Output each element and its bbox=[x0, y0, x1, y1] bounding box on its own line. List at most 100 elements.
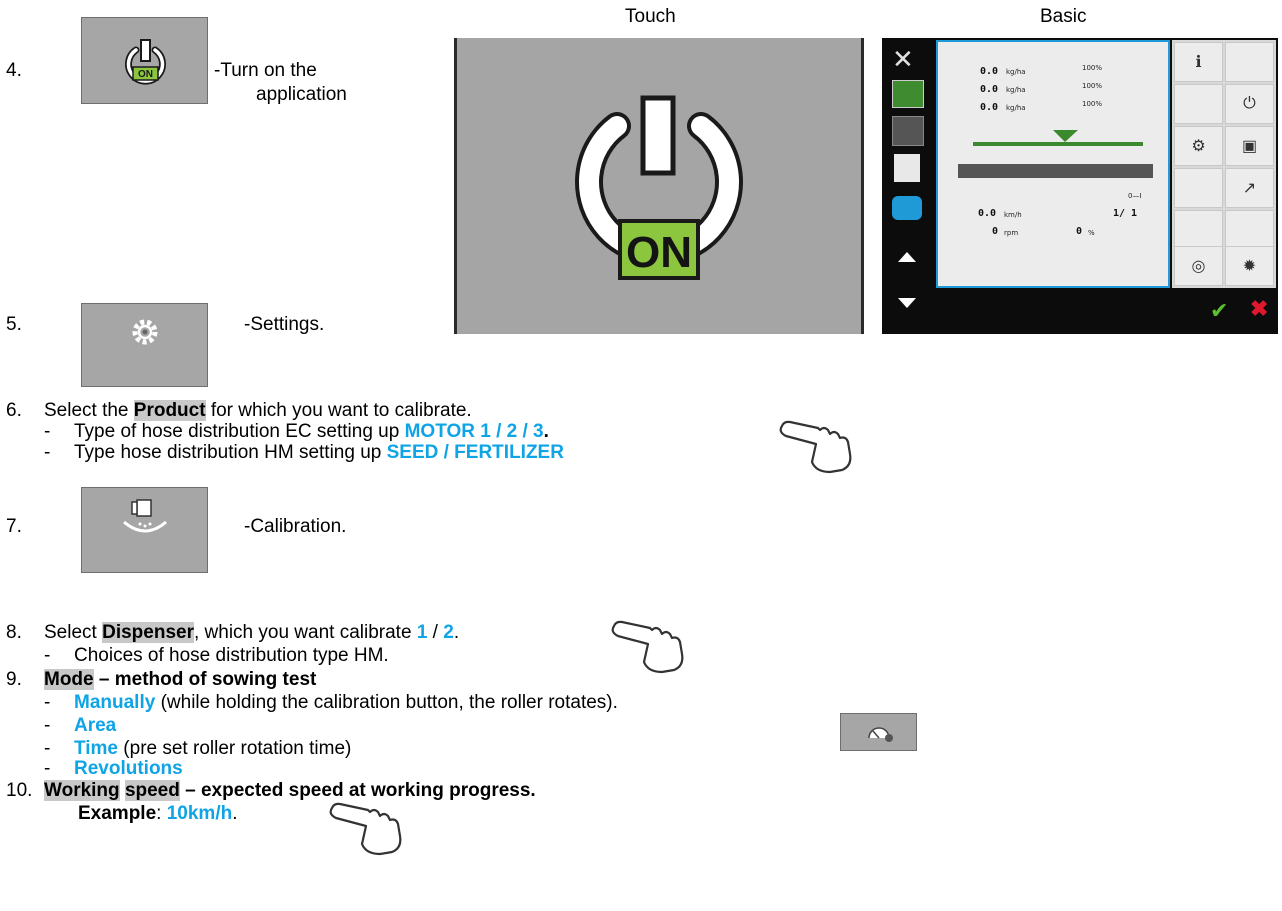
fraction-value: 1/ 1 bbox=[1113, 208, 1138, 219]
mode-option-revolutions: - Revolutions bbox=[44, 758, 183, 780]
scroll-up-icon[interactable] bbox=[898, 252, 916, 262]
speedometer-icon bbox=[868, 727, 893, 742]
power-on-button[interactable]: ON bbox=[81, 17, 208, 104]
power-on-mini-label: ON bbox=[138, 69, 153, 80]
softkey-empty-4[interactable] bbox=[1174, 210, 1223, 250]
step-10-number: 10. bbox=[6, 780, 33, 801]
step-8-sub-text: Choices of hose distribution type HM. bbox=[74, 645, 389, 666]
softkey-empty-1[interactable] bbox=[1225, 42, 1274, 82]
calibration-icon bbox=[123, 499, 167, 533]
power-on-large-icon[interactable]: ON bbox=[457, 38, 861, 334]
bullet-dash: - bbox=[44, 442, 51, 463]
field-icon[interactable] bbox=[892, 116, 924, 146]
bullet-dash: - bbox=[44, 715, 51, 736]
mode-option-manually: - Manually (while holding the calibration… bbox=[44, 692, 618, 714]
rate-unit: kg/ha bbox=[1006, 86, 1026, 94]
pointing-hand-icon bbox=[611, 620, 684, 674]
speed-settings-button[interactable]: ◎ bbox=[1174, 246, 1223, 286]
mode-option-time: - Time (pre set roller rotation time) bbox=[44, 738, 351, 760]
rpm-value: 0 bbox=[992, 226, 999, 237]
calibration-button[interactable] bbox=[81, 487, 208, 573]
rate-value: 0.0 bbox=[980, 84, 999, 95]
bullet-dash: - bbox=[44, 421, 51, 442]
bullet-dash: - bbox=[44, 738, 51, 759]
step-4-text-line2: application bbox=[256, 84, 347, 105]
step-9-rest: – method of sowing test bbox=[93, 669, 317, 690]
step-8-sep: / bbox=[427, 622, 444, 643]
step-6-sub1: - Type of hose distribution EC setting up… bbox=[44, 421, 549, 443]
example-value: 10km/h bbox=[166, 803, 233, 824]
example-label: Example bbox=[78, 803, 157, 824]
gear-icon bbox=[132, 319, 158, 345]
dispenser-keyword: Dispenser bbox=[102, 622, 194, 643]
rate-adjust-button[interactable]: ↗ bbox=[1225, 168, 1274, 208]
seeder-illustration bbox=[958, 130, 1153, 178]
rate-percent: 100% bbox=[1082, 64, 1103, 72]
step-10-rest: – expected speed at working progress. bbox=[179, 780, 536, 801]
softkey-empty-5[interactable] bbox=[1225, 210, 1274, 250]
step-6-sub2-pre: Type hose distribution HM setting up bbox=[74, 442, 387, 463]
step-8-mid: , which you want calibrate bbox=[193, 622, 417, 643]
speed-value: 0.0 bbox=[978, 208, 997, 219]
touch-screen-panel: ON bbox=[454, 38, 864, 334]
time-desc: (pre set roller rotation time) bbox=[118, 738, 352, 759]
section-indicator: 0—I bbox=[1128, 192, 1142, 200]
example-end: . bbox=[232, 803, 238, 824]
revolutions-value: Revolutions bbox=[74, 758, 183, 779]
manually-desc: (while holding the calibration button, t… bbox=[155, 692, 618, 713]
seed-fertilizer-value: SEED / FERTILIZER bbox=[386, 442, 564, 463]
step-8-pre: Select bbox=[44, 622, 103, 643]
rate-unit: kg/ha bbox=[1006, 68, 1026, 76]
settings-softkey[interactable]: ✹ bbox=[1225, 246, 1274, 286]
step-9-number: 9. bbox=[6, 669, 22, 690]
step-6-sub1-pre: Type of hose distribution EC setting up bbox=[74, 421, 405, 442]
step-6-text: Select the Product for which you want to… bbox=[44, 400, 472, 422]
touch-header: Touch bbox=[625, 6, 676, 27]
calibration-softkey[interactable]: ▣ bbox=[1225, 126, 1274, 166]
step-4-text-line1: -Turn on the bbox=[214, 60, 317, 81]
left-toolbar: ✕ bbox=[882, 38, 934, 334]
settings-button[interactable] bbox=[81, 303, 208, 387]
step-8-sub: - Choices of hose distribution type HM. bbox=[44, 645, 389, 667]
product-row-2: 0.0 kg/ha 100% bbox=[960, 82, 1140, 98]
step-7-number: 7. bbox=[6, 516, 22, 537]
tools-icon[interactable]: ✕ bbox=[892, 44, 914, 75]
example-colon: : bbox=[156, 803, 167, 824]
machine-view-icon[interactable] bbox=[892, 80, 924, 108]
scroll-down-icon[interactable] bbox=[898, 298, 916, 308]
report-icon[interactable] bbox=[894, 154, 920, 182]
bullet-dash: - bbox=[44, 645, 51, 666]
mode-keyword: Mode bbox=[44, 669, 94, 690]
time-value: Time bbox=[74, 738, 119, 759]
area-value: Area bbox=[74, 715, 117, 736]
speed-keyword: speed bbox=[124, 780, 180, 801]
dispenser-settings-button[interactable]: ⚙ bbox=[1174, 126, 1223, 166]
bullet-dash: - bbox=[44, 692, 51, 713]
softkey-empty-2[interactable] bbox=[1174, 84, 1223, 124]
percent-unit: % bbox=[1088, 229, 1095, 237]
product-keyword: Product bbox=[133, 400, 206, 421]
bullet-dash: - bbox=[44, 758, 51, 779]
step-8-end: . bbox=[453, 622, 460, 643]
speedometer-button[interactable] bbox=[840, 713, 917, 751]
basic-terminal-screen: ✕ 0.0 kg/ha 100% 0.0 kg/ha 100% 0.0 kg/h… bbox=[882, 38, 1278, 334]
rate-value: 0.0 bbox=[980, 102, 999, 113]
cancel-icon[interactable]: ✖ bbox=[1250, 296, 1268, 322]
power-on-icon: ON bbox=[125, 39, 166, 85]
info-button[interactable]: ℹ bbox=[1174, 42, 1223, 82]
step-4-number: 4. bbox=[6, 60, 22, 81]
step-5-number: 5. bbox=[6, 314, 22, 335]
softkey-panel: ℹ ⏻ ⚙ ▣ ↗ ◎ ✹ bbox=[1172, 40, 1276, 288]
dispenser-1: 1 bbox=[416, 622, 428, 643]
rate-percent: 100% bbox=[1082, 100, 1103, 108]
confirm-icon[interactable]: ✔ bbox=[1210, 298, 1228, 324]
on-label: ON bbox=[626, 228, 692, 277]
dispenser-2: 2 bbox=[443, 622, 454, 643]
step-8-text: Select Dispenser, which you want calibra… bbox=[44, 622, 459, 644]
power-off-button[interactable]: ⏻ bbox=[1225, 84, 1274, 124]
softkey-empty-3[interactable] bbox=[1174, 168, 1223, 208]
tractor-icon[interactable] bbox=[892, 196, 922, 220]
manually-value: Manually bbox=[74, 692, 156, 713]
basic-header: Basic bbox=[1040, 6, 1087, 27]
speed-unit: km/h bbox=[1004, 211, 1022, 219]
